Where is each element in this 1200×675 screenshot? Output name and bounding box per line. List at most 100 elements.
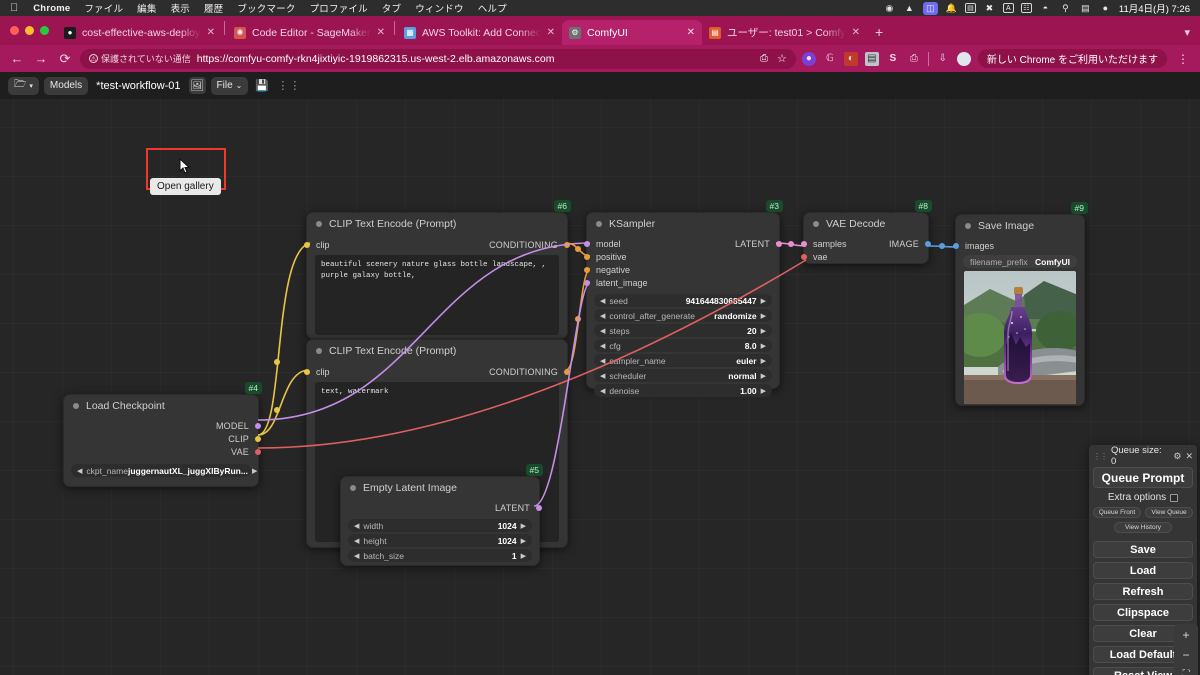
not-secure-icon: ⚠ bbox=[89, 54, 98, 63]
models-button[interactable]: Models bbox=[43, 76, 89, 95]
close-tab-icon[interactable]: ✕ bbox=[377, 27, 385, 38]
queue-prompt-button[interactable]: Queue Prompt bbox=[1093, 467, 1193, 488]
grip-dots-icon[interactable]: ⋮⋮ bbox=[275, 79, 303, 92]
bell-icon[interactable]: 🔔 bbox=[945, 3, 958, 14]
colorpick-icon[interactable]: ◐ bbox=[843, 51, 858, 66]
extensions-icon[interactable]: ● bbox=[801, 51, 816, 66]
browser-tab-1[interactable]: ✺ Code Editor - SageMaker Stu ✕ bbox=[227, 20, 392, 45]
wifi-icon[interactable]: ◓ bbox=[1039, 3, 1052, 14]
control-center-icon[interactable]: ▤ bbox=[1079, 3, 1092, 14]
extra-options-row[interactable]: Extra options bbox=[1093, 492, 1193, 503]
menu-item-tab[interactable]: タブ bbox=[375, 1, 408, 15]
tab-title: ComfyUI bbox=[587, 26, 628, 39]
close-tab-icon[interactable]: ✕ bbox=[852, 27, 860, 38]
browser-tab-comfyui[interactable]: ⚙ ComfyUI ✕ bbox=[562, 20, 702, 45]
back-button[interactable]: ← bbox=[8, 51, 26, 66]
tab-title: Code Editor - SageMaker Stu bbox=[252, 26, 371, 39]
dropbox-icon[interactable]: ▲ bbox=[903, 3, 916, 14]
tooltip-open-gallery: Open gallery bbox=[150, 178, 221, 195]
browser-window: ● cost-effective-aws-deployme ✕ ✺ Code E… bbox=[0, 16, 1200, 72]
fit-view-icon[interactable]: ⛶ bbox=[1176, 667, 1196, 675]
browser-tab-0[interactable]: ● cost-effective-aws-deployme ✕ bbox=[57, 20, 222, 45]
comfyui-app: #4 Load Checkpoint MODEL CLIP VAE ◀ ckpt… bbox=[0, 72, 1200, 675]
translate-icon[interactable]: ⎙ bbox=[760, 53, 768, 64]
stripe-icon[interactable]: S bbox=[886, 52, 900, 66]
new-tab-button[interactable]: + bbox=[867, 24, 891, 45]
file-menu-button[interactable]: File ⌄ bbox=[210, 76, 249, 95]
reload-button[interactable]: ⟳ bbox=[56, 51, 74, 67]
profile-avatar-icon[interactable] bbox=[956, 51, 971, 66]
sagemaker-icon: ✺ bbox=[234, 26, 246, 39]
search-icon[interactable]: ⚲ bbox=[1059, 3, 1072, 14]
node-badge: #6 bbox=[553, 200, 571, 212]
security-warning[interactable]: ⚠ 保護されていない通信 bbox=[89, 52, 191, 65]
menu-item-history[interactable]: 履歴 bbox=[197, 1, 230, 15]
menu-item-help[interactable]: ヘルプ bbox=[471, 1, 514, 15]
chevron-down-icon[interactable]: ▾ bbox=[1174, 26, 1200, 45]
macos-clock[interactable]: 11月4日(月) 7:26 bbox=[1119, 1, 1190, 15]
save-button[interactable]: Save bbox=[1093, 541, 1193, 558]
maximize-window-button[interactable] bbox=[40, 26, 49, 35]
download-icon[interactable]: ⇩ bbox=[936, 52, 950, 66]
folder-chevron-icon: ▾ bbox=[29, 82, 33, 90]
close-window-button[interactable] bbox=[10, 26, 19, 35]
menu-item-view[interactable]: 表示 bbox=[164, 1, 197, 15]
extra-options-checkbox[interactable] bbox=[1170, 493, 1179, 502]
display-icon[interactable]: ☷ bbox=[1020, 3, 1032, 13]
toolbar-divider bbox=[927, 51, 929, 66]
clipspace-button[interactable]: Clipspace bbox=[1093, 604, 1193, 621]
chrome-update-button[interactable]: 新しい Chrome をご利用いただけます bbox=[977, 49, 1167, 68]
url-text: https://comfyu-comfy-rkn4jixtiyic-191986… bbox=[196, 52, 555, 65]
zoom-out-button[interactable]: − bbox=[1176, 647, 1196, 662]
close-tab-icon[interactable]: ✕ bbox=[547, 27, 555, 38]
load-button[interactable]: Load bbox=[1093, 562, 1193, 579]
folder-button[interactable]: 🗁 ▾ bbox=[8, 76, 39, 95]
image-gallery-icon[interactable]: 🖼 bbox=[188, 77, 206, 94]
menu-item-edit[interactable]: 編集 bbox=[130, 1, 163, 15]
queue-front-button[interactable]: Queue Front bbox=[1093, 507, 1141, 518]
menu-app-name[interactable]: Chrome bbox=[26, 3, 77, 14]
menu-item-file[interactable]: ファイル bbox=[77, 1, 130, 15]
comfyui-icon: ⚙ bbox=[569, 26, 581, 39]
canvas-zoom-controls: + − ⛶ ➤ ◉ bbox=[1174, 624, 1198, 675]
mic-muted-icon[interactable]: ✖ bbox=[983, 3, 996, 14]
zoom-in-button[interactable]: + bbox=[1176, 627, 1196, 642]
refresh-button[interactable]: Refresh bbox=[1093, 583, 1193, 600]
view-history-button[interactable]: View History bbox=[1114, 522, 1172, 533]
menu-item-bookmarks[interactable]: ブックマーク bbox=[230, 1, 302, 15]
user-icon[interactable]: ● bbox=[1099, 3, 1112, 14]
input-source-icon[interactable]: A bbox=[1002, 3, 1014, 13]
apple-icon[interactable]:  bbox=[10, 2, 18, 14]
minimize-window-button[interactable] bbox=[25, 26, 34, 35]
gear-icon[interactable]: ⚙ bbox=[1173, 451, 1181, 462]
close-tab-icon[interactable]: ✕ bbox=[207, 27, 215, 38]
chevron-down-icon: ⌄ bbox=[235, 81, 243, 90]
keepa-icon[interactable]: ▤ bbox=[864, 51, 879, 66]
close-icon[interactable]: ✕ bbox=[1185, 451, 1193, 462]
aws-toolkit-icon: ▦ bbox=[404, 26, 416, 39]
browser-tab-2[interactable]: ▦ AWS Toolkit: Add Connection ✕ bbox=[397, 20, 562, 45]
extra-options-label: Extra options bbox=[1107, 492, 1167, 503]
browser-tab-strip: ● cost-effective-aws-deployme ✕ ✺ Code E… bbox=[0, 16, 1200, 45]
screen-share-icon[interactable]: ◫ bbox=[922, 1, 938, 15]
grammarly-icon[interactable]: 𝔾 bbox=[823, 52, 837, 66]
view-queue-button[interactable]: View Queue bbox=[1145, 507, 1193, 518]
grip-dots-icon[interactable]: ⋮⋮ bbox=[1093, 452, 1108, 461]
forward-button[interactable]: → bbox=[32, 51, 50, 66]
kebab-menu-icon[interactable]: ⋮ bbox=[1174, 52, 1192, 66]
save-disk-icon[interactable]: 💾 bbox=[253, 77, 270, 94]
clipboard-icon[interactable]: ⎙ bbox=[907, 52, 921, 66]
tab-separator bbox=[394, 21, 395, 35]
window-controls[interactable] bbox=[8, 16, 57, 45]
close-tab-icon[interactable]: ✕ bbox=[687, 27, 695, 38]
bookmark-star-icon[interactable]: ☆ bbox=[777, 52, 787, 65]
browser-tab-4[interactable]: ▤ ユーザー: test01 > ComfyUIus ✕ bbox=[702, 20, 867, 45]
macos-status-icons: ◉ ▲ ◫ 🔔 ▤ ✖ A ☷ ◓ ⚲ ▤ ● 11月4日(月) 7:26 bbox=[883, 1, 1194, 15]
menu-item-profile[interactable]: プロファイル bbox=[303, 1, 375, 15]
address-bar[interactable]: ⚠ 保護されていない通信 https://comfyu-comfy-rkn4ji… bbox=[80, 48, 796, 69]
menu-item-window[interactable]: ウィンドウ bbox=[408, 1, 471, 15]
globe-icon[interactable]: ◉ bbox=[883, 3, 896, 14]
battery-widget-icon[interactable]: ▤ bbox=[964, 3, 976, 13]
queue-panel-header[interactable]: ⋮⋮ Queue size: 0 ⚙ ✕ bbox=[1093, 445, 1193, 467]
workflow-name[interactable]: *test-workflow-01 bbox=[93, 80, 183, 92]
